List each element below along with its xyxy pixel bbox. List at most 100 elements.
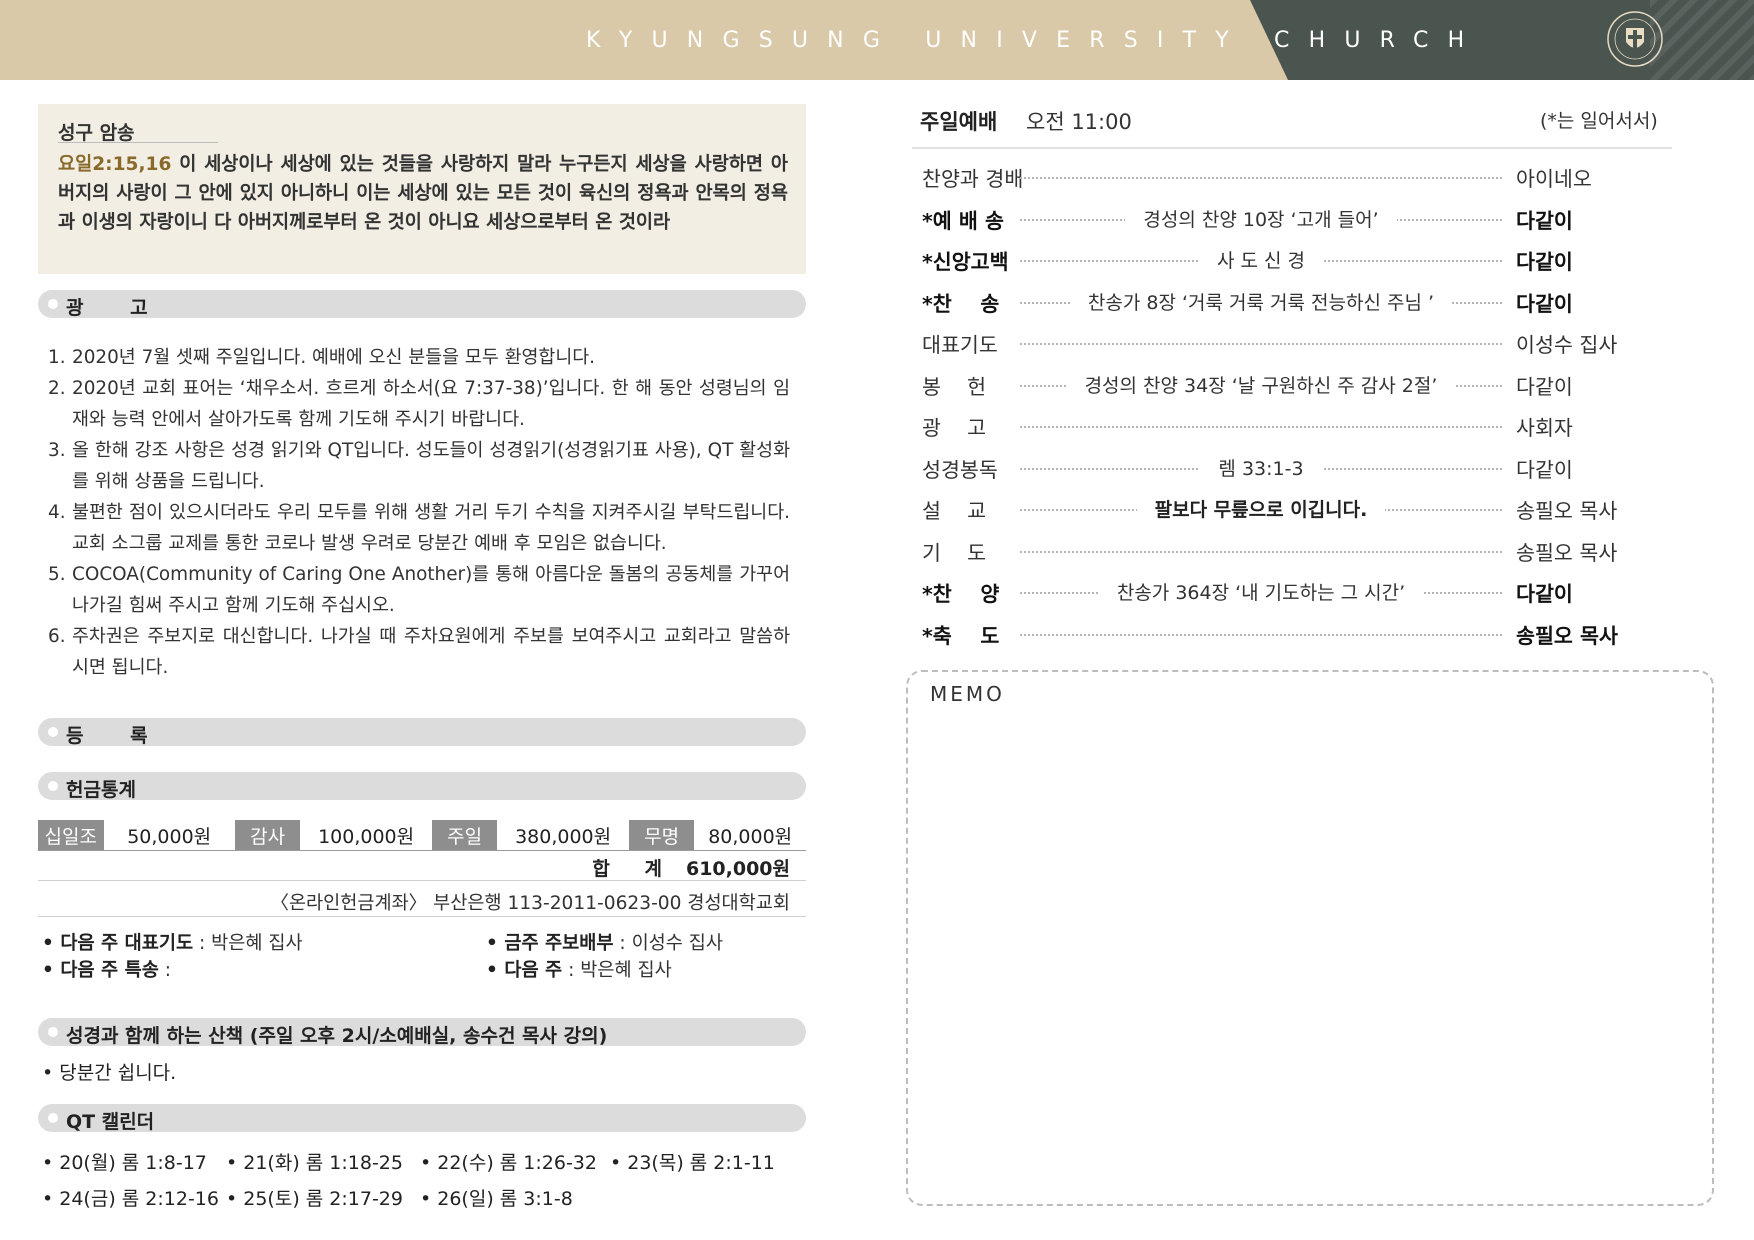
worship-title: 주일예배 [920,110,998,134]
notice-item: 1. 2020년 7월 셋째 주일입니다. 예배에 오신 분들을 모두 환영합니다… [48,347,596,368]
header-band: KYUNGSUNG UNIVERSITY CHURCH [0,0,1754,80]
qt-day: • 21(화) 롬 1:18-25 [226,1152,403,1174]
order-item-content-text: 사 도 신 경 [1198,246,1324,273]
section-bible-walk-title: 성경과 함께 하는 산책 (주일 오후 2시/소예배실, 송수건 목사 강의) [66,1025,608,1047]
section-qt-calendar: QT 캘린더 [38,1104,806,1133]
order-item-name: 성경봉독 [922,457,998,482]
online-account-text: 〈온라인헌금계좌〉 부산은행 113-2011-0623-00 경성대학교회 [270,893,790,914]
section-bible-walk: 성경과 함께 하는 산책 (주일 오후 2시/소예배실, 송수건 목사 강의) [38,1018,806,1047]
order-item-leader: 아이네오 [1516,167,1592,191]
memory-verse-divider [58,142,218,143]
order-item-content-text: 경성의 찬양 34장 ‘날 구원하신 주 감사 2절’ [1066,370,1456,398]
order-item-content: 렘 33:1-3 [1020,453,1502,481]
offering-total-value: 610,000원 [685,858,790,880]
memory-verse-reference: 요일2:15,16 [58,154,172,175]
order-item-name: *신앙고백 [922,250,1009,274]
header-stripes [1650,0,1754,80]
offering-label: 무명 [628,820,695,851]
notice-list: 1. 2020년 7월 셋째 주일입니다. 예배에 오신 분들을 모두 환영합니다… [48,342,790,683]
offering-value: 100,000원 [300,820,432,851]
order-item-name: 찬양과 경배 [922,167,1024,191]
memory-verse-body: 요일2:15,16 이 세상이나 세상에 있는 것들을 사랑하지 말라 누구든지… [58,150,788,237]
church-seal-icon [1607,11,1663,67]
order-leader-dots [1020,550,1502,553]
worship-time: 오전 11:00 [1026,110,1132,134]
offering-table: 십일조 50,000원 감사 100,000원 주일 380,000원 무명 8… [38,820,806,851]
notice-item: 6. 주차권은 주보지로 대신합니다. 나가실 때 주차요원에게 주보를 보여주시… [48,626,790,678]
order-item-content: 팔보다 무릎으로 이깁니다. [1020,495,1502,522]
order-row: 기 도 송필오 목사 [922,536,1632,566]
order-row: 대표기도 이성수 집사 [922,328,1632,358]
worship-divider [912,147,1672,149]
order-item-leader: 이성수 집사 [1516,333,1618,357]
order-item-name: *예 배 송 [922,208,1004,233]
next-week-other: • 다음 주 : 박은혜 집사 [486,960,672,981]
memory-verse-heading: 성구 암송 [58,122,135,144]
order-item-leader: 사회자 [1516,416,1573,440]
qt-day: • 24(금) 롬 2:12-16 [42,1188,219,1210]
order-item-name: 기 도 [922,540,987,565]
order-item-name: 설 교 [922,499,987,523]
notice-item: 5. COCOA(Community of Caring One Another)… [48,564,790,616]
order-row: 광 고 사회자 [922,411,1632,441]
bulletin-distribution: • 금주 주보배부 : 이성수 집사 [486,933,724,954]
section-notices: 광 고 [38,290,806,319]
memory-verse-box: 성구 암송 요일2:15,16 이 세상이나 세상에 있는 것들을 사랑하지 말… [38,104,806,274]
order-item-leader: 다같이 [1516,291,1573,316]
order-item-content: 경성의 찬양 34장 ‘날 구원하신 주 감사 2절’ [1020,370,1502,398]
section-qt-title: QT 캘린더 [66,1111,155,1133]
offering-total-row: 합 계 610,000원 [38,850,806,881]
order-item-leader: 다같이 [1516,374,1573,399]
order-item-content-text: 렘 33:1-3 [1200,453,1322,481]
qt-day: • 25(토) 롬 2:17-29 [226,1188,403,1210]
online-account-row: 〈온라인헌금계좌〉 부산은행 113-2011-0623-00 경성대학교회 [38,882,806,917]
order-item-leader: 다같이 [1516,582,1573,606]
order-item-leader: 다같이 [1516,250,1573,274]
order-leader-dots [1020,177,1502,179]
order-row: 찬양과 경배 아이네오 [922,162,1632,192]
section-dot-icon [48,1113,58,1123]
order-item-leader: 송필오 목사 [1516,623,1618,648]
order-item-name: 봉 헌 [922,374,987,399]
order-item-leader: 송필오 목사 [1516,499,1618,523]
memo-label: MEMO [930,682,1005,706]
qt-day: • 26(일) 롬 3:1-8 [420,1188,573,1210]
qt-day: • 23(목) 롬 2:1-11 [610,1152,775,1174]
order-item-name: 광 고 [922,416,987,440]
order-leader-dots [1020,633,1502,636]
order-item-content: 사 도 신 경 [1020,246,1502,273]
order-item-content-text: 경성의 찬양 10장 ‘고개 들어’ [1125,204,1397,232]
church-title: KYUNGSUNG UNIVERSITY CHURCH [586,28,1484,53]
order-item-leader: 송필오 목사 [1516,540,1618,565]
order-row: *축 도 송필오 목사 [922,619,1632,649]
notice-item: 4. 불편한 점이 있으시더라도 우리 모두를 위해 생활 거리 두기 수칙을 지… [48,502,790,554]
offering-row: 십일조 50,000원 감사 100,000원 주일 380,000원 무명 8… [38,820,806,851]
qt-day: • 22(수) 롬 1:26-32 [420,1152,597,1174]
order-leader-dots [1020,426,1502,428]
section-offering-title: 헌금통계 [66,779,136,801]
next-week-special: • 다음 주 특송 : [42,960,172,981]
order-item-content: 찬송가 364장 ‘내 기도하는 그 시간’ [1020,578,1502,605]
order-row: *신앙고백 사 도 신 경 다같이 [922,245,1632,275]
section-notices-title: 광 고 [66,297,168,319]
notice-item: 2. 2020년 교회 표어는 ‘채우소서. 흐르게 하소서(요 7:37-38)… [48,378,790,430]
order-item-name: 대표기도 [922,333,998,357]
order-item-content: 찬송가 8장 ‘거룩 거룩 거룩 전능하신 주님 ’ [1020,287,1502,315]
section-registration-title: 등 록 [66,725,168,747]
offering-value: 50,000원 [103,820,235,851]
offering-total-label: 합 계 [592,858,676,880]
order-row: 봉 헌 경성의 찬양 34장 ‘날 구원하신 주 감사 2절’ 다같이 [922,370,1632,400]
offering-label: 주일 [431,820,498,851]
notice-item: 3. 올 한해 강조 사항은 성경 읽기와 QT입니다. 성도들이 성경읽기(성경… [48,440,790,492]
offering-value: 380,000원 [497,820,629,851]
order-leader-dots [1020,343,1502,345]
bible-walk-note: • 당분간 쉽니다. [42,1062,177,1084]
order-row: *예 배 송 경성의 찬양 10장 ‘고개 들어’ 다같이 [922,204,1632,234]
order-item-content-text: 팔보다 무릎으로 이깁니다. [1136,495,1386,522]
order-item-name: *찬 송 [922,291,1000,316]
section-dot-icon [48,727,58,737]
order-item-leader: 다같이 [1516,208,1573,233]
order-row: *찬 송 찬송가 8장 ‘거룩 거룩 거룩 전능하신 주님 ’ 다같이 [922,287,1632,317]
offering-label: 감사 [234,820,301,851]
memo-box[interactable]: MEMO [906,670,1714,1206]
